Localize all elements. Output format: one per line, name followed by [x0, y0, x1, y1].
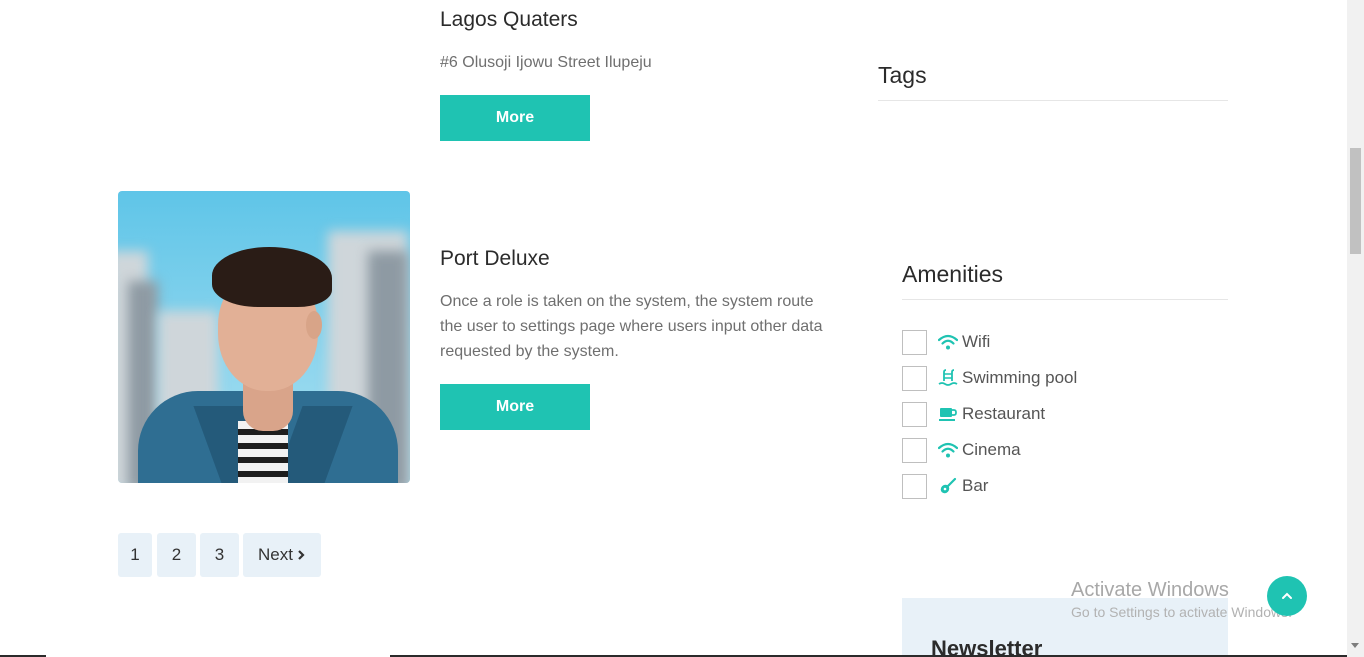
chevron-up-icon	[1282, 592, 1292, 599]
activate-windows-subtitle: Go to Settings to activate Windows.	[1071, 604, 1292, 620]
next-label: Next	[258, 545, 293, 564]
amenity-label: Swimming pool	[962, 368, 1078, 387]
scrollbar-track[interactable]	[1347, 0, 1364, 657]
chevron-right-icon	[298, 550, 305, 560]
pagination-page-3[interactable]: 3	[200, 533, 239, 577]
tags-title: Tags	[878, 62, 927, 88]
listing-title-lagos-quaters: Lagos Quaters	[440, 8, 578, 31]
listing-title-port-deluxe: Port Deluxe	[440, 247, 550, 270]
scroll-down-arrow-icon[interactable]	[1351, 643, 1359, 648]
amenity-wifi-checkbox[interactable]	[902, 329, 927, 355]
wifi-icon	[938, 332, 958, 352]
amenity-bar-checkbox[interactable]	[902, 473, 927, 499]
listing-photo	[118, 191, 410, 483]
amenity-cinema-checkbox[interactable]	[902, 437, 927, 463]
guitar-icon	[938, 476, 958, 496]
swimming-pool-icon	[938, 368, 958, 388]
amenity-wifi[interactable]: Wifi	[902, 329, 990, 355]
amenities-title: Amenities	[902, 261, 1003, 287]
wifi-icon	[938, 440, 958, 460]
amenity-restaurant[interactable]: Restaurant	[902, 401, 1045, 427]
amenity-cinema[interactable]: Cinema	[902, 437, 1021, 463]
scroll-to-top-button[interactable]	[1267, 576, 1307, 616]
activate-windows-title: Activate Windows	[1071, 579, 1229, 601]
pagination-page-2[interactable]: 2	[157, 533, 196, 577]
more-button-port-deluxe[interactable]: More	[440, 384, 590, 430]
amenity-swimming-pool[interactable]: Swimming pool	[902, 365, 1077, 391]
pagination-page-1[interactable]: 1	[118, 533, 152, 577]
more-button-lagos-quaters[interactable]: More	[440, 95, 590, 141]
amenity-swimming-pool-checkbox[interactable]	[902, 365, 927, 391]
amenity-label: Wifi	[962, 332, 991, 351]
amenity-restaurant-checkbox[interactable]	[902, 401, 927, 427]
coffee-cup-icon	[938, 404, 958, 424]
listing-address: #6 Olusoji Ijowu Street Ilupeju	[440, 54, 652, 71]
newsletter-title: Newsletter	[931, 636, 1043, 657]
amenity-label: Restaurant	[962, 404, 1046, 423]
amenity-label: Bar	[962, 476, 989, 495]
tags-divider	[878, 100, 1228, 101]
listing-description: Once a role is taken on the system, the …	[440, 293, 823, 360]
amenities-divider	[902, 299, 1228, 300]
amenity-label: Cinema	[962, 440, 1021, 459]
scrollbar-thumb[interactable]	[1350, 148, 1361, 254]
pagination-next-button[interactable]: Next	[243, 533, 321, 577]
amenity-bar[interactable]: Bar	[902, 473, 988, 499]
